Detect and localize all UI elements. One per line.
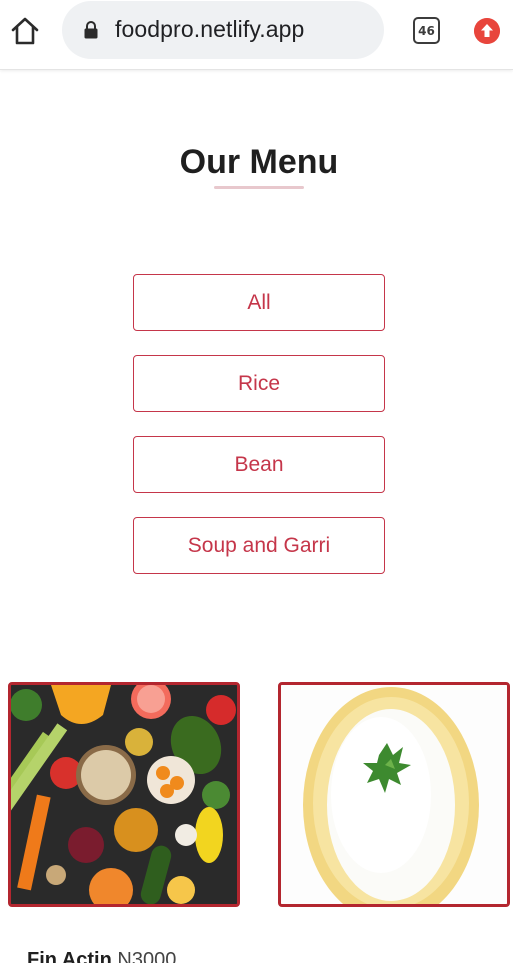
- rice-illustration: [281, 685, 507, 904]
- arrow-up-circle-icon[interactable]: [474, 18, 500, 44]
- filter-soup-and-garri-button[interactable]: Soup and Garri: [133, 517, 385, 574]
- menu-item-price: N3000: [117, 949, 177, 963]
- filter-all-button[interactable]: All: [133, 274, 385, 331]
- rice-plate-image: [278, 682, 510, 907]
- page-title: Our Menu: [179, 143, 339, 181]
- tab-count: 46: [418, 23, 435, 38]
- vegetables-image: [8, 682, 240, 907]
- browser-toolbar: foodpro.netlify.app 46: [0, 0, 513, 70]
- filter-bean-button[interactable]: Bean: [133, 436, 385, 493]
- url-text[interactable]: foodpro.netlify.app: [115, 16, 304, 43]
- filter-rice-button[interactable]: Rice: [133, 355, 385, 412]
- menu-item-caption: Fin Actin N3000: [27, 949, 176, 963]
- menu-item-name: Fin Actin: [27, 949, 112, 963]
- home-icon[interactable]: [8, 14, 42, 48]
- lock-icon: [84, 21, 98, 39]
- vegetables-illustration: [11, 685, 237, 904]
- tab-switcher-button[interactable]: 46: [413, 17, 440, 44]
- title-underline: [214, 186, 304, 189]
